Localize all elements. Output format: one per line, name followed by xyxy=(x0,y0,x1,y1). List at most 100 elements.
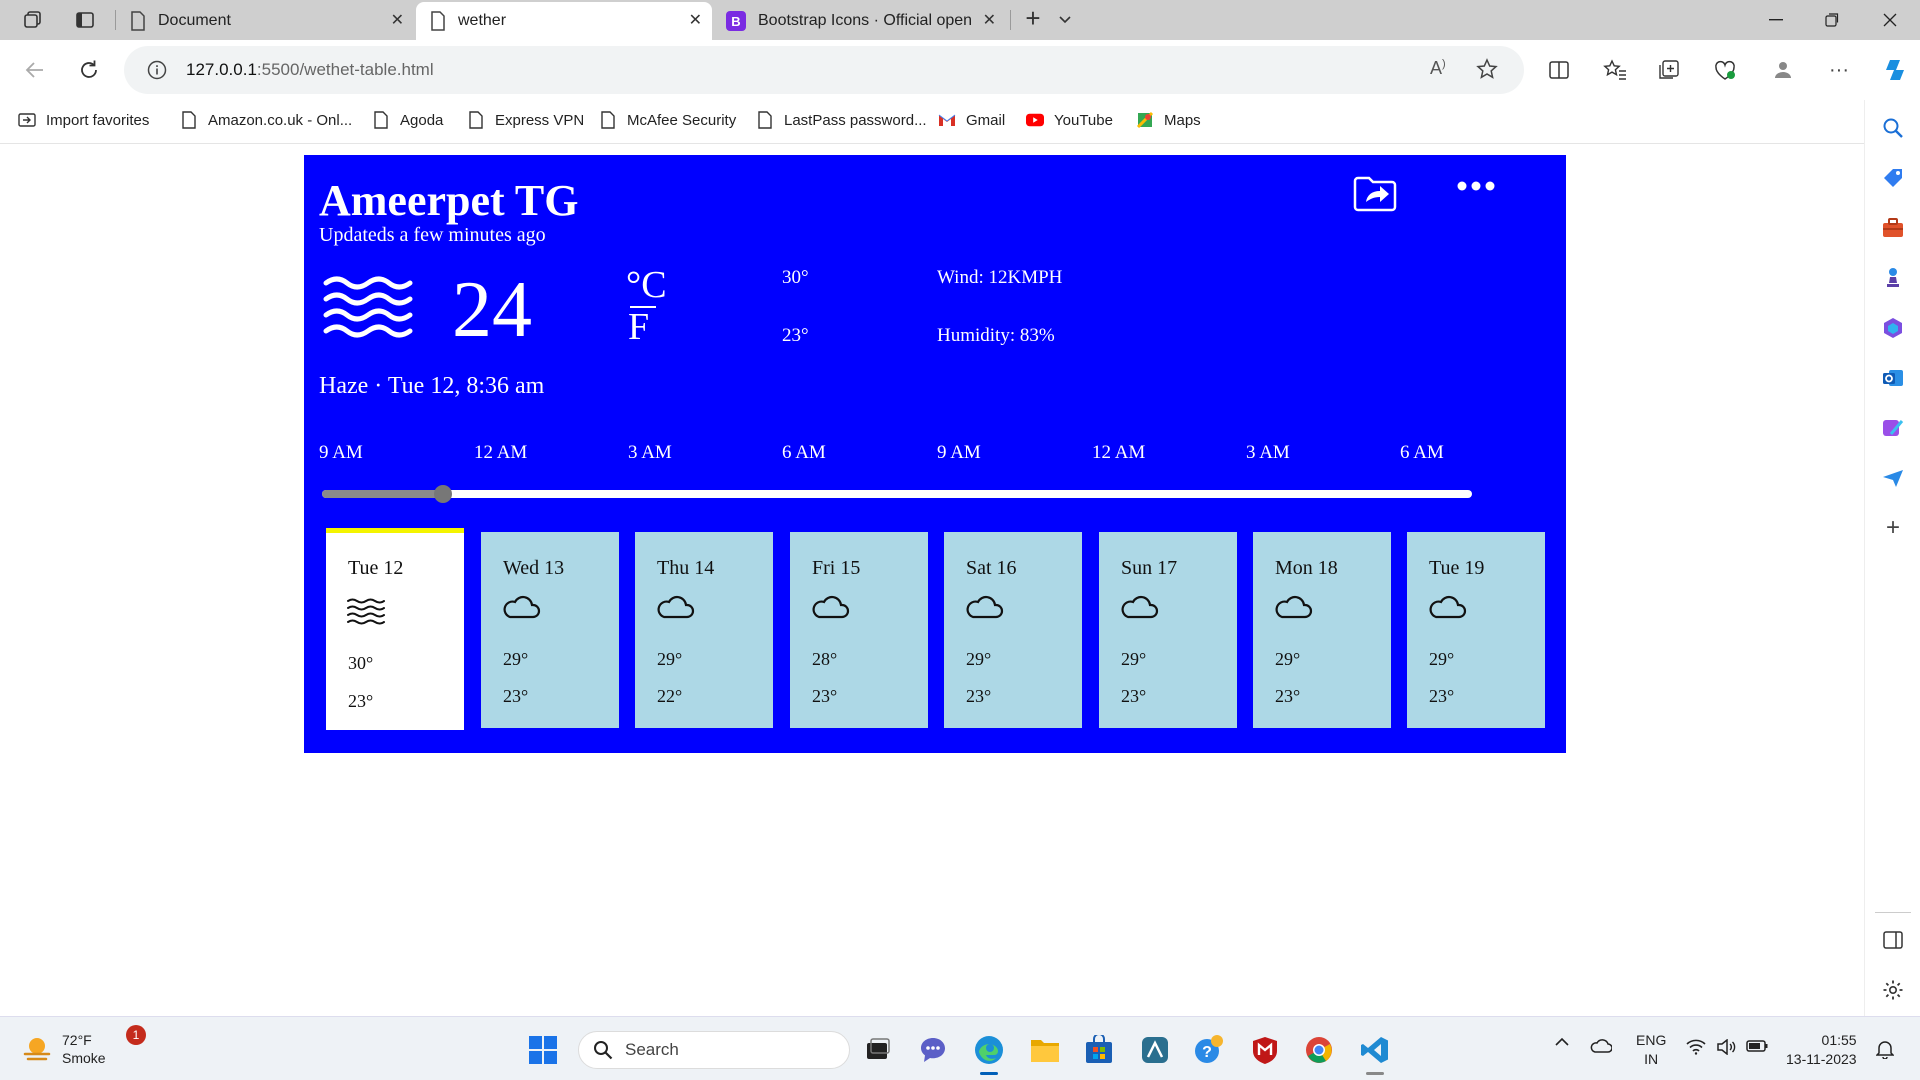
slider-thumb[interactable] xyxy=(433,485,452,503)
games-chess-icon[interactable] xyxy=(1879,264,1907,292)
copilot-icon[interactable] xyxy=(1878,54,1912,86)
day-card-tue-19[interactable]: Tue 19 29° 23° xyxy=(1407,532,1545,728)
page-icon xyxy=(756,110,774,130)
chrome-icon[interactable] xyxy=(1302,1033,1336,1067)
hide-sidebar-icon[interactable] xyxy=(1879,926,1907,954)
split-screen-icon[interactable] xyxy=(1542,54,1576,86)
tab-list-chevron-icon[interactable] xyxy=(1050,6,1080,34)
edge-browser-icon[interactable] xyxy=(972,1033,1006,1067)
system-clock[interactable]: 01:55 13-11-2023 xyxy=(1786,1031,1857,1069)
unit-fahrenheit[interactable]: F xyxy=(628,305,649,349)
task-view-icon[interactable] xyxy=(860,1033,894,1067)
windows-start-icon[interactable] xyxy=(526,1033,560,1067)
new-tab-button[interactable]: + xyxy=(1018,3,1048,33)
favorites-icon[interactable] xyxy=(1598,54,1632,86)
favorite-mcafee[interactable]: McAfee Security xyxy=(599,110,736,130)
day-high: 30° xyxy=(348,653,374,673)
minimize-button[interactable] xyxy=(1748,0,1804,40)
favorite-gmail[interactable]: Gmail xyxy=(938,110,1005,130)
shopping-tag-icon[interactable] xyxy=(1879,164,1907,192)
restore-button[interactable] xyxy=(1804,0,1860,40)
day-high: 29° xyxy=(1275,649,1301,669)
gmail-icon xyxy=(938,110,956,130)
settings-gear-icon[interactable] xyxy=(1879,976,1907,1004)
running-app-indicator xyxy=(1366,1072,1384,1075)
volume-icon[interactable] xyxy=(1716,1039,1736,1055)
day-low: 23° xyxy=(1121,686,1147,706)
windows-taskbar: 72°F Smoke 1 Search ? ENG IN 01:55 13-11… xyxy=(0,1016,1920,1080)
back-button[interactable] xyxy=(18,54,52,86)
updated-text: Updateds a few minutes ago xyxy=(319,224,546,246)
tab-wether[interactable]: wether ✕ xyxy=(416,2,712,40)
favorite-express-vpn[interactable]: Express VPN xyxy=(467,110,584,130)
favorite-star-icon[interactable] xyxy=(1476,58,1498,80)
tab-separator xyxy=(1010,10,1011,30)
add-sidebar-app-icon[interactable]: + xyxy=(1879,514,1907,542)
close-tab-icon[interactable]: ✕ xyxy=(391,10,404,30)
day-low: 23° xyxy=(812,686,838,706)
favorite-agoda[interactable]: Agoda xyxy=(372,110,443,130)
taskbar-weather-widget[interactable]: 72°F Smoke xyxy=(22,1031,106,1067)
profile-avatar[interactable] xyxy=(1766,54,1800,86)
site-info-icon[interactable] xyxy=(146,59,168,81)
favorite-amazon[interactable]: Amazon.co.uk - Onl... xyxy=(180,110,352,130)
send-drop-icon[interactable] xyxy=(1879,464,1907,492)
day-card-sat-16[interactable]: Sat 16 29° 23° xyxy=(944,532,1082,728)
share-folder-icon[interactable] xyxy=(1352,173,1398,213)
onedrive-cloud-icon[interactable] xyxy=(1590,1039,1612,1053)
day-card-mon-18[interactable]: Mon 18 29° 23° xyxy=(1253,532,1391,728)
teams-chat-icon[interactable] xyxy=(916,1033,950,1067)
favorite-youtube[interactable]: YouTube xyxy=(1026,110,1113,130)
favorite-import[interactable]: Import favorites xyxy=(18,110,149,130)
slider-track[interactable] xyxy=(322,490,1472,498)
hour-label: 12 AM xyxy=(474,442,528,463)
close-tab-icon[interactable]: ✕ xyxy=(689,10,702,30)
browser-essentials-icon[interactable] xyxy=(1708,54,1742,86)
cloud-icon xyxy=(1427,590,1467,620)
battery-icon[interactable] xyxy=(1746,1039,1768,1053)
tools-briefcase-icon[interactable] xyxy=(1879,214,1907,242)
bootstrap-logo-icon: B xyxy=(726,11,746,31)
day-card-tue-12[interactable]: Tue 12 30° 23° xyxy=(326,528,464,730)
tab-bootstrap-icons[interactable]: B Bootstrap Icons · Official open sc ✕ xyxy=(716,2,1006,40)
vscode-icon[interactable] xyxy=(1358,1033,1392,1067)
tab-actions-icon[interactable] xyxy=(70,6,100,34)
address-bar[interactable]: 127.0.0.1:5500/wethet-table.html A) xyxy=(124,46,1524,94)
hour-slider[interactable] xyxy=(322,485,1472,503)
refresh-button[interactable] xyxy=(72,54,106,86)
tab-document[interactable]: Document ✕ xyxy=(124,2,414,40)
taskbar-search-box[interactable]: Search xyxy=(578,1031,850,1069)
day-card-wed-13[interactable]: Wed 13 29° 23° xyxy=(481,532,619,728)
more-options-icon[interactable] xyxy=(1456,179,1496,193)
search-icon[interactable] xyxy=(1879,114,1907,142)
favorite-lastpass[interactable]: LastPass password... xyxy=(756,110,927,130)
tips-help-icon[interactable]: ? xyxy=(1192,1033,1226,1067)
url-text[interactable]: 127.0.0.1:5500/wethet-table.html xyxy=(186,60,434,80)
wifi-icon[interactable] xyxy=(1686,1039,1706,1055)
browser-toolbar: 127.0.0.1:5500/wethet-table.html A) ··· xyxy=(0,40,1920,100)
file-explorer-icon[interactable] xyxy=(1028,1033,1062,1067)
input-language-indicator[interactable]: ENG IN xyxy=(1636,1031,1666,1069)
vpn-app-icon[interactable] xyxy=(1138,1033,1172,1067)
unit-celsius[interactable]: °C xyxy=(626,263,667,307)
taskbar-search-label: Search xyxy=(625,1040,679,1059)
read-aloud-icon[interactable]: A) xyxy=(1430,58,1446,79)
day-card-sun-17[interactable]: Sun 17 29° 23° xyxy=(1099,532,1237,728)
collections-icon[interactable] xyxy=(1652,54,1686,86)
workspaces-icon[interactable] xyxy=(18,6,48,34)
day-high: 28° xyxy=(812,649,838,669)
mcafee-icon[interactable] xyxy=(1248,1033,1282,1067)
tab-title: wether xyxy=(458,12,507,29)
show-hidden-icons-chevron[interactable] xyxy=(1554,1037,1570,1047)
day-card-thu-14[interactable]: Thu 14 29° 22° xyxy=(635,532,773,728)
outlook-icon[interactable] xyxy=(1879,364,1907,392)
microsoft-365-icon[interactable] xyxy=(1879,314,1907,342)
more-options-icon[interactable]: ··· xyxy=(1822,54,1856,86)
close-window-button[interactable] xyxy=(1862,0,1918,40)
notification-bell-icon[interactable] xyxy=(1876,1039,1894,1059)
favorite-maps[interactable]: Maps xyxy=(1136,110,1201,130)
microsoft-store-icon[interactable] xyxy=(1082,1033,1116,1067)
close-tab-icon[interactable]: ✕ xyxy=(983,10,996,30)
designer-icon[interactable] xyxy=(1879,414,1907,442)
day-card-fri-15[interactable]: Fri 15 28° 23° xyxy=(790,532,928,728)
